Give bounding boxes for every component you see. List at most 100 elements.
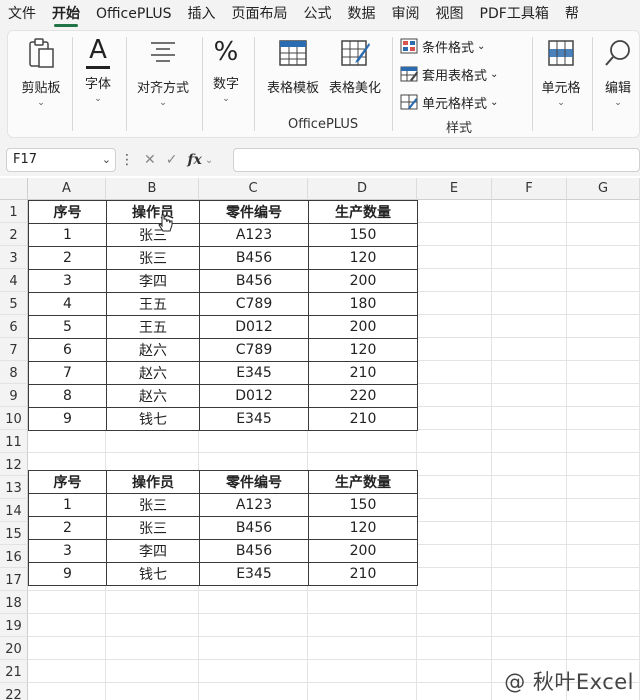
cells-button[interactable]: 单元格 ⌄ (536, 37, 586, 108)
header-cell[interactable]: 生产数量 (308, 470, 418, 494)
row-header[interactable]: 14 (0, 499, 28, 522)
row-header[interactable]: 16 (0, 545, 28, 568)
cell-style-button[interactable]: 单元格样式 ⌄ (400, 91, 498, 113)
table-cell[interactable]: B456 (199, 269, 309, 293)
more-options-icon[interactable]: ⋮ (120, 152, 134, 168)
table-cell[interactable]: 9 (28, 562, 107, 586)
name-box[interactable]: F17 ⌄ (6, 148, 116, 172)
row-header[interactable]: 13 (0, 476, 28, 499)
table-cell[interactable]: 王五 (106, 315, 200, 339)
conditional-format-button[interactable]: 条件格式 ⌄ (400, 35, 485, 57)
table-cell[interactable]: 赵六 (106, 361, 200, 385)
menu-item[interactable]: 帮 (557, 0, 587, 28)
column-header[interactable]: B (106, 178, 199, 200)
row-header[interactable]: 22 (0, 683, 28, 700)
table-cell[interactable]: 8 (28, 384, 107, 408)
confirm-icon[interactable]: ✓ (166, 152, 178, 168)
header-cell[interactable]: 生产数量 (308, 200, 418, 224)
table-cell[interactable]: 张三 (106, 516, 200, 540)
table-cell[interactable]: 1 (28, 223, 107, 247)
table-cell[interactable]: A123 (199, 493, 309, 517)
table-cell[interactable]: 钱七 (106, 562, 200, 586)
row-header[interactable]: 9 (0, 384, 28, 407)
table-cell[interactable]: 180 (308, 292, 418, 316)
row-header[interactable]: 4 (0, 269, 28, 292)
row-header[interactable]: 21 (0, 660, 28, 683)
table-cell[interactable]: B456 (199, 516, 309, 540)
chevron-down-icon[interactable]: ⌄ (205, 155, 213, 166)
table-cell[interactable]: E345 (199, 562, 309, 586)
table-cell[interactable]: C789 (199, 292, 309, 316)
table-cell[interactable]: C789 (199, 338, 309, 362)
cancel-icon[interactable]: ✕ (144, 152, 156, 168)
table-cell[interactable]: 2 (28, 516, 107, 540)
row-header[interactable]: 3 (0, 246, 28, 269)
header-cell[interactable]: 序号 (28, 200, 107, 224)
table-cell[interactable]: 6 (28, 338, 107, 362)
column-header[interactable]: A (28, 178, 106, 200)
row-header[interactable]: 8 (0, 361, 28, 384)
row-header[interactable]: 7 (0, 338, 28, 361)
header-cell[interactable]: 操作员 (106, 200, 200, 224)
row-header[interactable]: 2 (0, 223, 28, 246)
table-cell[interactable]: E345 (199, 407, 309, 431)
insert-function-button[interactable]: fx (187, 152, 201, 168)
menu-item[interactable]: 插入 (180, 0, 224, 28)
header-cell[interactable]: 零件编号 (199, 470, 309, 494)
row-header[interactable]: 15 (0, 522, 28, 545)
row-header[interactable]: 5 (0, 292, 28, 315)
clipboard-button[interactable]: 剪贴板 ⌄ (16, 37, 66, 108)
row-header[interactable]: 1 (0, 200, 28, 223)
table-cell[interactable]: 张三 (106, 223, 200, 247)
menu-item[interactable]: 审阅 (384, 0, 428, 28)
row-header[interactable]: 17 (0, 568, 28, 591)
column-header[interactable]: E (417, 178, 492, 200)
chevron-down-icon[interactable]: ⌄ (102, 149, 111, 171)
table-format-button[interactable]: 套用表格式 ⌄ (400, 63, 498, 85)
header-cell[interactable]: 操作员 (106, 470, 200, 494)
column-header[interactable]: G (567, 178, 640, 200)
menu-item[interactable]: OfficePLUS (88, 0, 180, 28)
align-button[interactable]: 对齐方式 ⌄ (132, 37, 194, 108)
table-cell[interactable]: 7 (28, 361, 107, 385)
table-cell[interactable]: E345 (199, 361, 309, 385)
table-cell[interactable]: 210 (308, 407, 418, 431)
table-cell[interactable]: 150 (308, 493, 418, 517)
menu-item[interactable]: 数据 (340, 0, 384, 28)
column-header[interactable]: C (199, 178, 308, 200)
table-cell[interactable]: 120 (308, 246, 418, 270)
table-cell[interactable]: 2 (28, 246, 107, 270)
row-header[interactable]: 18 (0, 591, 28, 614)
table-cell[interactable]: D012 (199, 384, 309, 408)
menu-item[interactable]: 视图 (428, 0, 472, 28)
column-header[interactable]: F (492, 178, 567, 200)
row-header[interactable]: 10 (0, 407, 28, 430)
row-header[interactable]: 12 (0, 453, 28, 476)
table-cell[interactable]: 张三 (106, 493, 200, 517)
menu-item[interactable]: PDF工具箱 (472, 0, 557, 28)
edit-button[interactable]: 编辑 ⌄ (596, 37, 640, 108)
table-cell[interactable]: 210 (308, 361, 418, 385)
row-header[interactable]: 11 (0, 430, 28, 453)
menu-item[interactable]: 开始 (44, 0, 88, 28)
formula-input[interactable] (233, 148, 640, 172)
table-cell[interactable]: D012 (199, 315, 309, 339)
font-button[interactable]: A 字体 ⌄ (78, 35, 118, 104)
menu-item[interactable]: 文件 (0, 0, 44, 28)
table-cell[interactable]: 张三 (106, 246, 200, 270)
table-cell[interactable]: 210 (308, 562, 418, 586)
table-cell[interactable]: 200 (308, 315, 418, 339)
table-template-button[interactable]: 表格模板 (262, 37, 324, 96)
number-button[interactable]: % 数字 ⌄ (206, 35, 246, 104)
table-cell[interactable]: 200 (308, 539, 418, 563)
table-cell[interactable]: 赵六 (106, 384, 200, 408)
table-cell[interactable]: 李四 (106, 269, 200, 293)
table-cell[interactable]: 150 (308, 223, 418, 247)
table-cell[interactable]: 120 (308, 516, 418, 540)
table-cell[interactable]: 120 (308, 338, 418, 362)
menu-item[interactable]: 公式 (296, 0, 340, 28)
table-cell[interactable]: 李四 (106, 539, 200, 563)
table-cell[interactable]: 4 (28, 292, 107, 316)
row-header[interactable]: 6 (0, 315, 28, 338)
table-cell[interactable]: 1 (28, 493, 107, 517)
